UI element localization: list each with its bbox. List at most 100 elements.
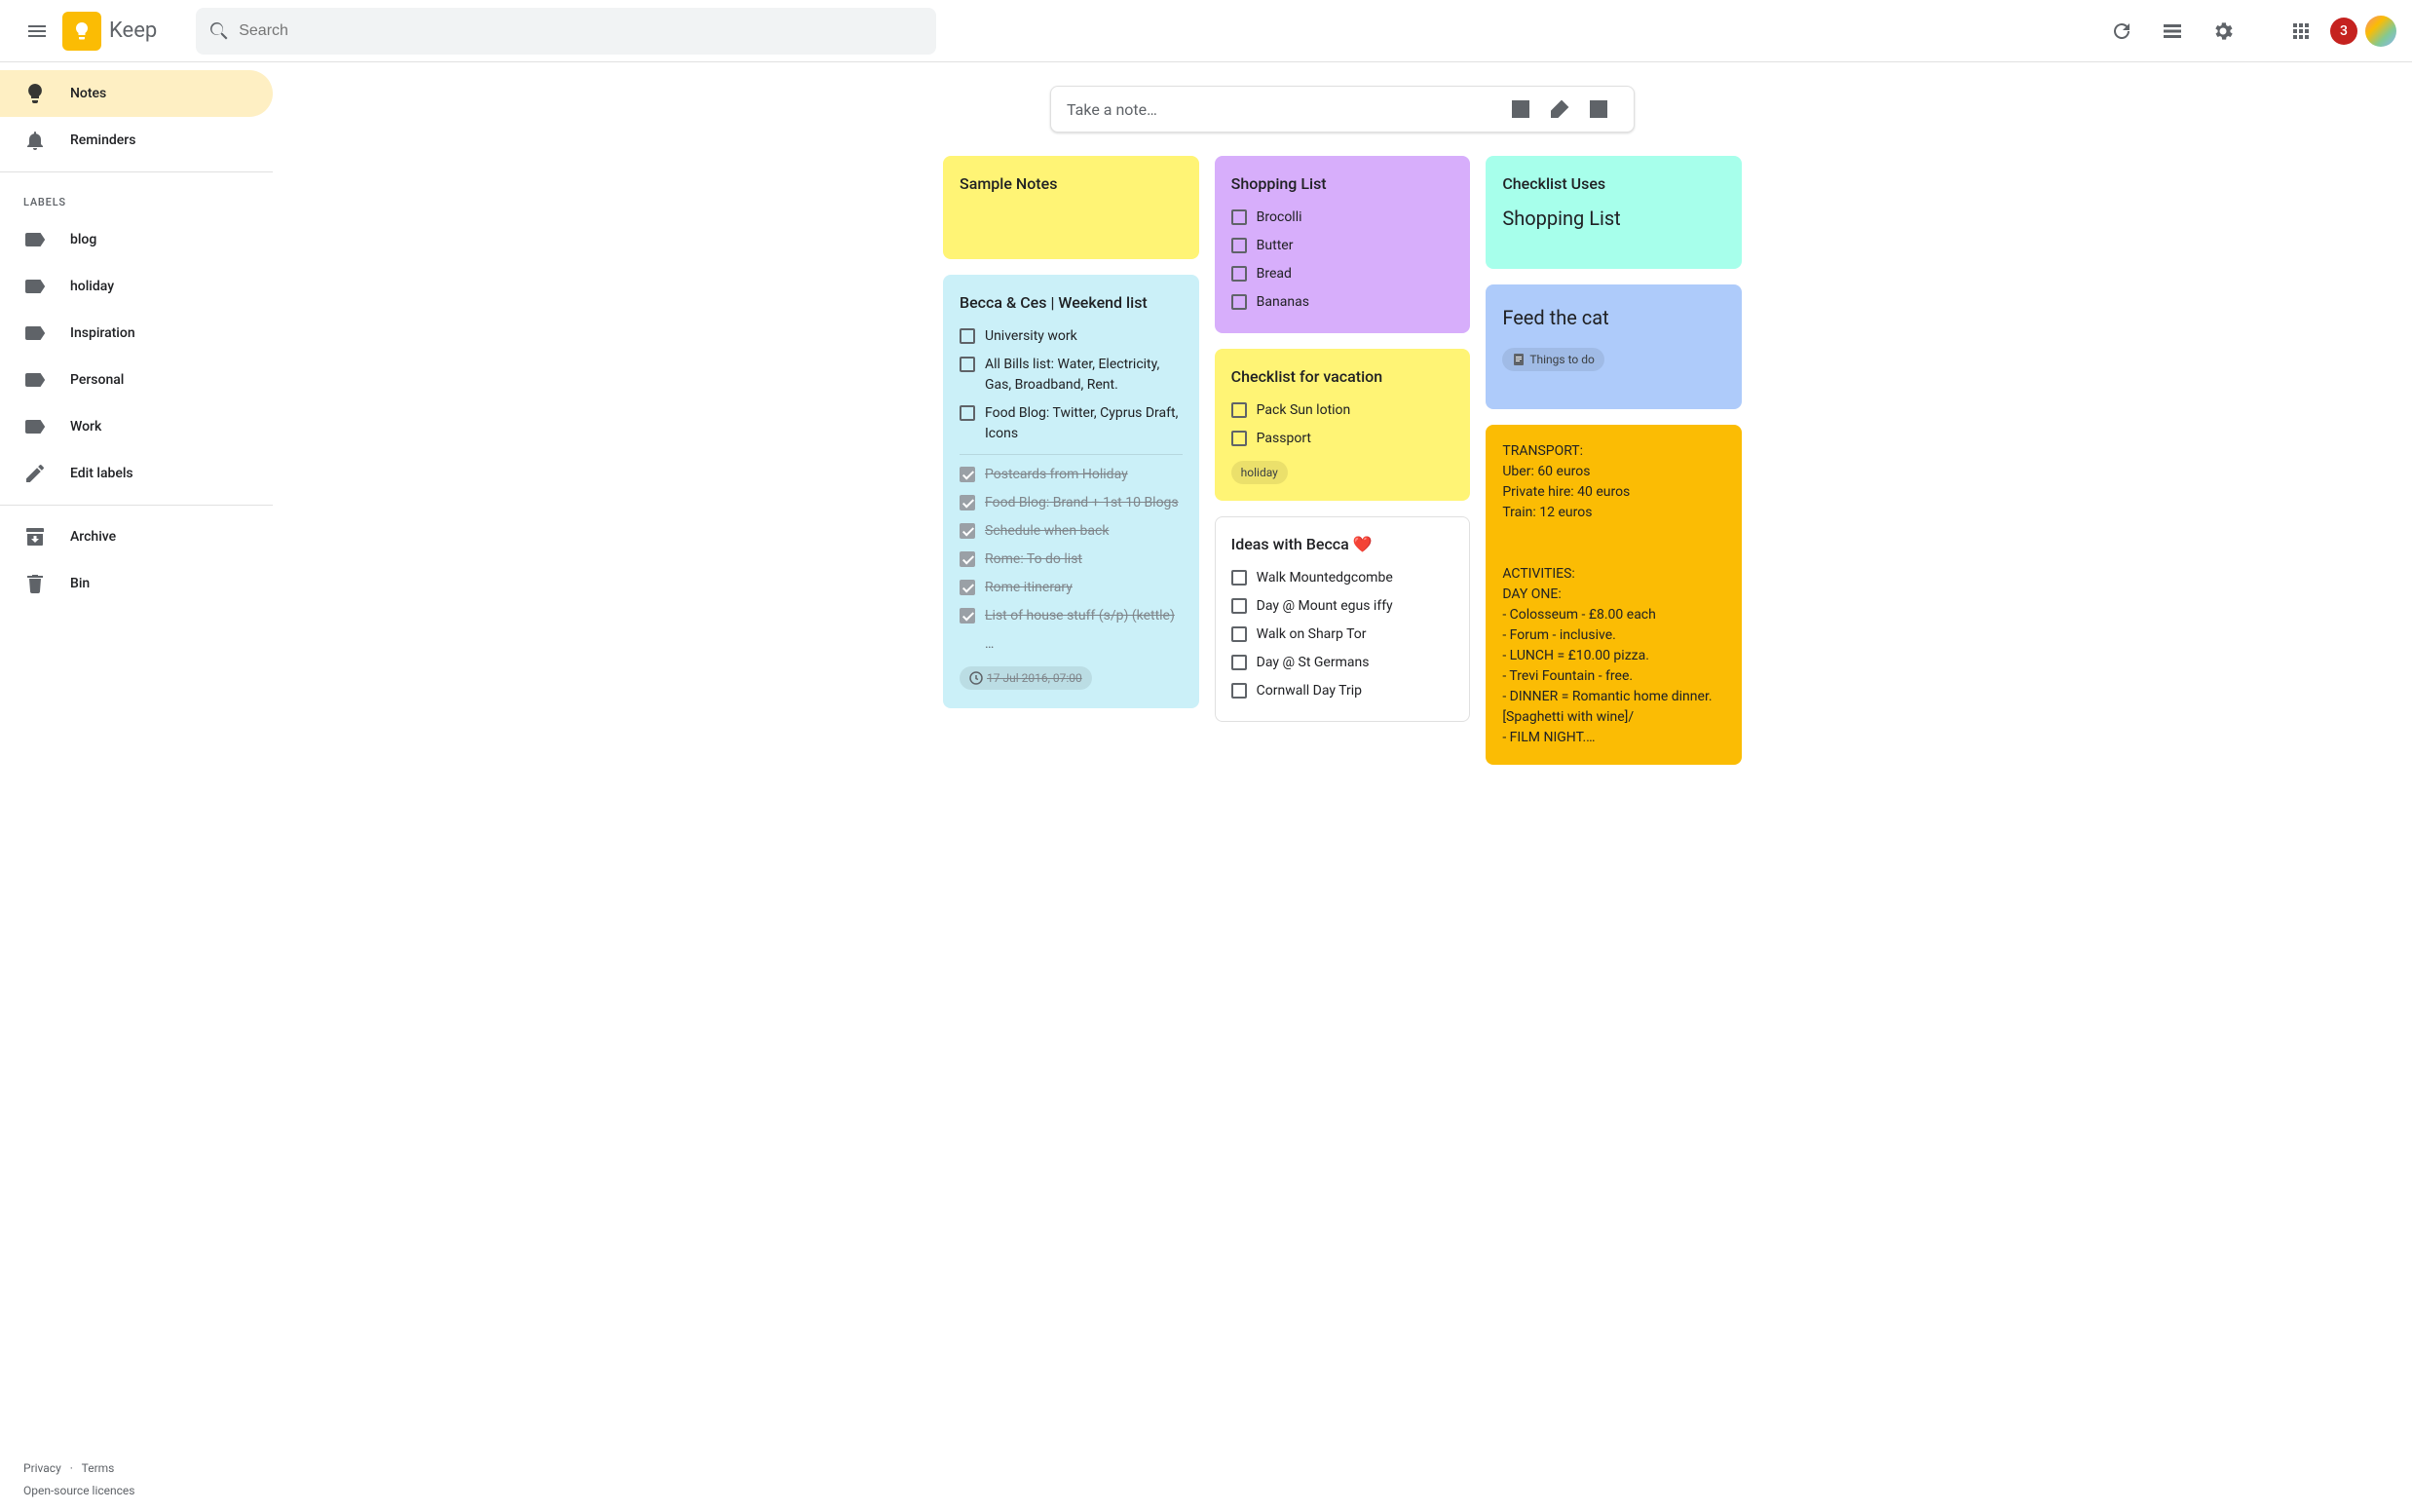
list-item[interactable]: Day @ St Germans (1231, 649, 1454, 677)
new-list-icon[interactable] (1501, 90, 1540, 129)
archive-icon (23, 525, 70, 548)
checkbox-empty-icon[interactable] (1231, 655, 1247, 670)
sidebar-item-notes[interactable]: Notes (0, 70, 273, 117)
label-chip[interactable]: holiday (1231, 461, 1288, 484)
note-shopping-list[interactable]: Shopping List Brocolli Butter Bread Bana… (1215, 156, 1471, 333)
note-transport[interactable]: TRANSPORT: Uber: 60 euros Private hire: … (1486, 425, 1742, 765)
footer-links: Privacy · Terms Open-source licences (23, 1457, 134, 1502)
checkbox-empty-icon[interactable] (960, 405, 975, 421)
list-item[interactable]: Rome: To do list (960, 546, 1183, 574)
note-ideas-becca[interactable]: Ideas with Becca ❤️ Walk Mountedgcombe D… (1215, 516, 1471, 722)
sidebar-item-label-personal[interactable]: Personal (0, 357, 273, 403)
header-actions: 3 (2100, 10, 2396, 53)
checkbox-checked-icon[interactable] (960, 551, 975, 567)
sidebar-item-label-blog[interactable]: blog (0, 216, 273, 263)
apps-icon[interactable] (2280, 10, 2322, 53)
note-title: Becca & Ces | Weekend list (960, 291, 1183, 315)
sidebar-item-archive[interactable]: Archive (0, 513, 273, 560)
checkbox-checked-icon[interactable] (960, 523, 975, 539)
checkbox-empty-icon[interactable] (1231, 238, 1247, 253)
note-checklist-uses[interactable]: Checklist Uses Shopping List (1486, 156, 1742, 269)
note-feed-cat[interactable]: Feed the cat Things to do (1486, 284, 1742, 409)
search-bar[interactable] (196, 8, 936, 55)
checkbox-empty-icon[interactable] (960, 328, 975, 344)
logo-area[interactable]: Keep (62, 12, 157, 51)
sidebar-item-label-work[interactable]: Work (0, 403, 273, 450)
list-item[interactable]: Brocolli (1231, 204, 1454, 232)
list-item[interactable]: Bread (1231, 260, 1454, 288)
list-item[interactable]: Rome itinerary (960, 574, 1183, 602)
list-item[interactable]: Day @ Mount egus iffy (1231, 592, 1454, 621)
sidebar-item-label-holiday[interactable]: holiday (0, 263, 273, 310)
search-input[interactable] (231, 11, 924, 52)
list-item[interactable]: Walk Mountedgcombe (1231, 564, 1454, 592)
list-item[interactable]: Schedule when back (960, 517, 1183, 546)
label-icon (23, 321, 70, 345)
doc-icon (1512, 353, 1526, 366)
sidebar-item-bin[interactable]: Bin (0, 560, 273, 607)
list-item[interactable]: Food Blog: Twitter, Cyprus Draft, Icons (960, 399, 1183, 448)
settings-icon[interactable] (2202, 10, 2244, 53)
list-item[interactable]: Pack Sun lotion (1231, 397, 1454, 425)
sidebar-label: Bin (70, 576, 90, 591)
note-weekend-list[interactable]: Becca & Ces | Weekend list University wo… (943, 275, 1199, 708)
account-avatar[interactable] (2365, 16, 2396, 47)
checkbox-empty-icon[interactable] (1231, 570, 1247, 586)
checkbox-checked-icon[interactable] (960, 580, 975, 595)
note-vacation-checklist[interactable]: Checklist for vacation Pack Sun lotion P… (1215, 349, 1471, 501)
privacy-link[interactable]: Privacy (23, 1461, 61, 1475)
checkbox-empty-icon[interactable] (1231, 683, 1247, 699)
labels-header: LABELS (0, 180, 273, 216)
search-icon (207, 19, 231, 43)
licences-link[interactable]: Open-source licences (23, 1484, 134, 1497)
list-item[interactable]: Postcards from Holiday (960, 461, 1183, 489)
terms-link[interactable]: Terms (82, 1461, 115, 1475)
checkbox-checked-icon[interactable] (960, 608, 975, 624)
doc-chip[interactable]: Things to do (1502, 348, 1603, 371)
sidebar: Notes Reminders LABELS blog holiday Insp… (0, 62, 273, 1512)
app-name: Keep (109, 19, 157, 43)
notifications-badge[interactable]: 3 (2330, 18, 2357, 45)
checkbox-empty-icon[interactable] (1231, 431, 1247, 446)
sidebar-label: Inspiration (70, 325, 135, 341)
checkbox-checked-icon[interactable] (960, 495, 975, 510)
checkbox-empty-icon[interactable] (960, 357, 975, 372)
list-item[interactable]: All Bills list: Water, Electricity, Gas,… (960, 351, 1183, 399)
checkbox-empty-icon[interactable] (1231, 209, 1247, 225)
list-item[interactable]: Bananas (1231, 288, 1454, 317)
list-item[interactable]: Food Blog: Brand + 1st 10 Blogs (960, 489, 1183, 517)
pencil-icon (23, 462, 70, 485)
sidebar-label: Archive (70, 529, 116, 545)
new-drawing-icon[interactable] (1540, 90, 1579, 129)
refresh-icon[interactable] (2100, 10, 2143, 53)
checkbox-empty-icon[interactable] (1231, 626, 1247, 642)
list-item[interactable]: University work (960, 322, 1183, 351)
sidebar-item-reminders[interactable]: Reminders (0, 117, 273, 164)
reminder-chip[interactable]: 17 Jul 2016, 07:00 (960, 666, 1092, 690)
sidebar-label: Notes (70, 86, 106, 101)
checkbox-empty-icon[interactable] (1231, 266, 1247, 282)
new-image-icon[interactable] (1579, 90, 1618, 129)
note-sample-notes[interactable]: Sample Notes (943, 156, 1199, 259)
checkbox-empty-icon[interactable] (1231, 402, 1247, 418)
checkbox-empty-icon[interactable] (1231, 294, 1247, 310)
list-item[interactable]: Butter (1231, 232, 1454, 260)
list-item[interactable]: Cornwall Day Trip (1231, 677, 1454, 705)
sidebar-label: holiday (70, 279, 114, 294)
label-icon (23, 415, 70, 438)
sidebar-label: Reminders (70, 132, 135, 148)
list-item[interactable]: Passport (1231, 425, 1454, 453)
list-item[interactable]: List of house stuff (s/p) (kettle) (960, 602, 1183, 630)
note-title: Checklist for vacation (1231, 365, 1454, 389)
checkbox-empty-icon[interactable] (1231, 598, 1247, 614)
take-note-bar[interactable]: Take a note… (1050, 86, 1635, 132)
checkbox-checked-icon[interactable] (960, 467, 975, 482)
header: Keep 3 (0, 0, 2412, 62)
keep-logo-icon (62, 12, 101, 51)
trash-icon (23, 572, 70, 595)
sidebar-item-label-inspiration[interactable]: Inspiration (0, 310, 273, 357)
list-view-icon[interactable] (2151, 10, 2194, 53)
list-item[interactable]: Walk on Sharp Tor (1231, 621, 1454, 649)
menu-icon[interactable] (16, 10, 58, 53)
sidebar-item-edit-labels[interactable]: Edit labels (0, 450, 273, 497)
